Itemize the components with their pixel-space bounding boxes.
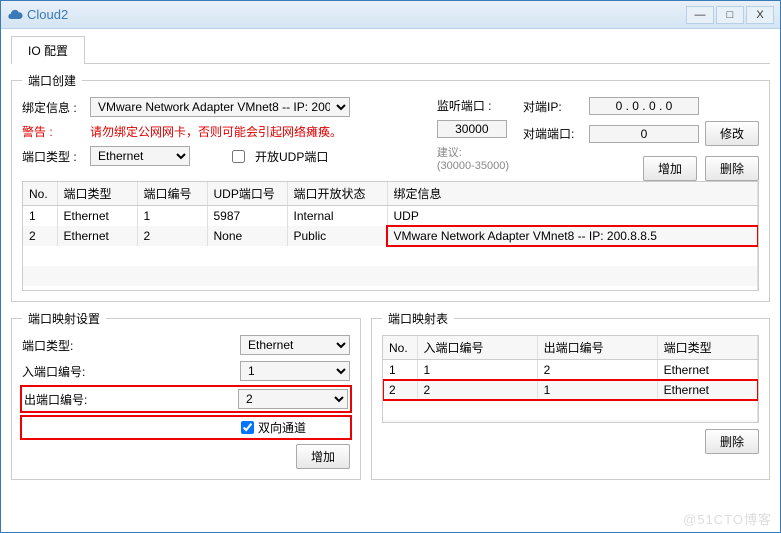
listen-port-input[interactable] bbox=[437, 120, 507, 138]
port-type-select[interactable]: Ethernet bbox=[90, 146, 190, 166]
suggest-range: (30000-35000) bbox=[437, 160, 509, 172]
mth-out: 出端口编号 bbox=[537, 336, 657, 360]
open-udp-checkbox[interactable] bbox=[232, 150, 245, 163]
port-map-settings-group: 端口映射设置 端口类型: Ethernet 入端口编号: 1 出端口编号: 2 bbox=[11, 310, 361, 480]
minimize-button[interactable]: — bbox=[686, 6, 714, 24]
content-area: IO 配置 端口创建 绑定信息 : VMware Network Adapter… bbox=[1, 29, 780, 498]
map-settings-legend: 端口映射设置 bbox=[22, 310, 106, 327]
port-map-table-group: 端口映射表 No. 入端口编号 出端口编号 端口类型 1 1 bbox=[371, 310, 770, 480]
app-window: Cloud2 — □ X IO 配置 端口创建 绑定信息 : VMware Ne… bbox=[0, 0, 781, 533]
map-table-legend: 端口映射表 bbox=[382, 310, 454, 327]
maximize-button[interactable]: □ bbox=[716, 6, 744, 24]
delete-port-button[interactable]: 删除 bbox=[705, 156, 759, 181]
th-type: 端口类型 bbox=[57, 182, 137, 206]
open-udp-label: 开放UDP端口 bbox=[255, 148, 328, 165]
port-type-label: 端口类型 : bbox=[22, 148, 84, 165]
port-create-legend: 端口创建 bbox=[22, 72, 82, 89]
map-delete-button[interactable]: 删除 bbox=[705, 429, 759, 454]
bind-info-label: 绑定信息 : bbox=[22, 99, 84, 116]
listen-port-label: 监听端口 : bbox=[437, 97, 497, 114]
warning-text: 请勿绑定公网网卡，否则可能会引起网络瘫痪。 bbox=[90, 123, 342, 140]
table-row[interactable]: 2 Ethernet 2 None Public VMware Network … bbox=[23, 226, 758, 246]
mth-in: 入端口编号 bbox=[417, 336, 537, 360]
table-row[interactable]: 1 1 2 Ethernet bbox=[383, 360, 758, 381]
map-out-select[interactable]: 2 bbox=[238, 389, 348, 409]
tab-io-config[interactable]: IO 配置 bbox=[11, 36, 85, 64]
port-create-group: 端口创建 绑定信息 : VMware Network Adapter VMnet… bbox=[11, 72, 770, 302]
watermark: @51CTO博客 bbox=[683, 509, 772, 528]
bidirectional-label: 双向通道 bbox=[258, 419, 348, 436]
port-table: No. 端口类型 端口编号 UDP端口号 端口开放状态 绑定信息 1 Ether… bbox=[22, 181, 759, 291]
map-port-type-label: 端口类型: bbox=[22, 337, 102, 354]
modify-button[interactable]: 修改 bbox=[705, 121, 759, 146]
highlighted-bind-cell: VMware Network Adapter VMnet8 -- IP: 200… bbox=[387, 226, 758, 246]
peer-ip-label: 对端IP: bbox=[523, 98, 583, 115]
map-in-label: 入端口编号: bbox=[22, 363, 102, 380]
bidirectional-checkbox[interactable] bbox=[241, 421, 254, 434]
th-udp: UDP端口号 bbox=[207, 182, 287, 206]
window-controls: — □ X bbox=[686, 6, 774, 24]
th-no: No. bbox=[23, 182, 57, 206]
highlighted-map-row[interactable]: 2 2 1 Ethernet bbox=[383, 380, 758, 400]
suggest-label: 建议: bbox=[437, 144, 462, 160]
th-state: 端口开放状态 bbox=[287, 182, 387, 206]
peer-port-input[interactable] bbox=[589, 125, 699, 143]
mth-no: No. bbox=[383, 336, 417, 360]
th-bind: 绑定信息 bbox=[387, 182, 758, 206]
window-title: Cloud2 bbox=[27, 7, 686, 22]
th-num: 端口编号 bbox=[137, 182, 207, 206]
titlebar: Cloud2 — □ X bbox=[1, 1, 780, 29]
bind-info-select[interactable]: VMware Network Adapter VMnet8 -- IP: 200… bbox=[90, 97, 350, 117]
map-in-select[interactable]: 1 bbox=[240, 361, 350, 381]
peer-port-label: 对端端口: bbox=[523, 125, 583, 142]
peer-ip-input[interactable] bbox=[589, 97, 699, 115]
tab-strip: IO 配置 bbox=[11, 35, 770, 64]
warning-label: 警告 : bbox=[22, 123, 84, 140]
mth-type: 端口类型 bbox=[657, 336, 757, 360]
map-add-button[interactable]: 增加 bbox=[296, 444, 350, 469]
close-button[interactable]: X bbox=[746, 6, 774, 24]
map-out-label: 出端口编号: bbox=[24, 391, 104, 408]
map-port-type-select[interactable]: Ethernet bbox=[240, 335, 350, 355]
add-port-button[interactable]: 增加 bbox=[643, 156, 697, 181]
map-table: No. 入端口编号 出端口编号 端口类型 1 1 2 Ethernet bbox=[382, 335, 759, 423]
app-icon bbox=[7, 7, 23, 23]
table-row[interactable]: 1 Ethernet 1 5987 Internal UDP bbox=[23, 206, 758, 227]
